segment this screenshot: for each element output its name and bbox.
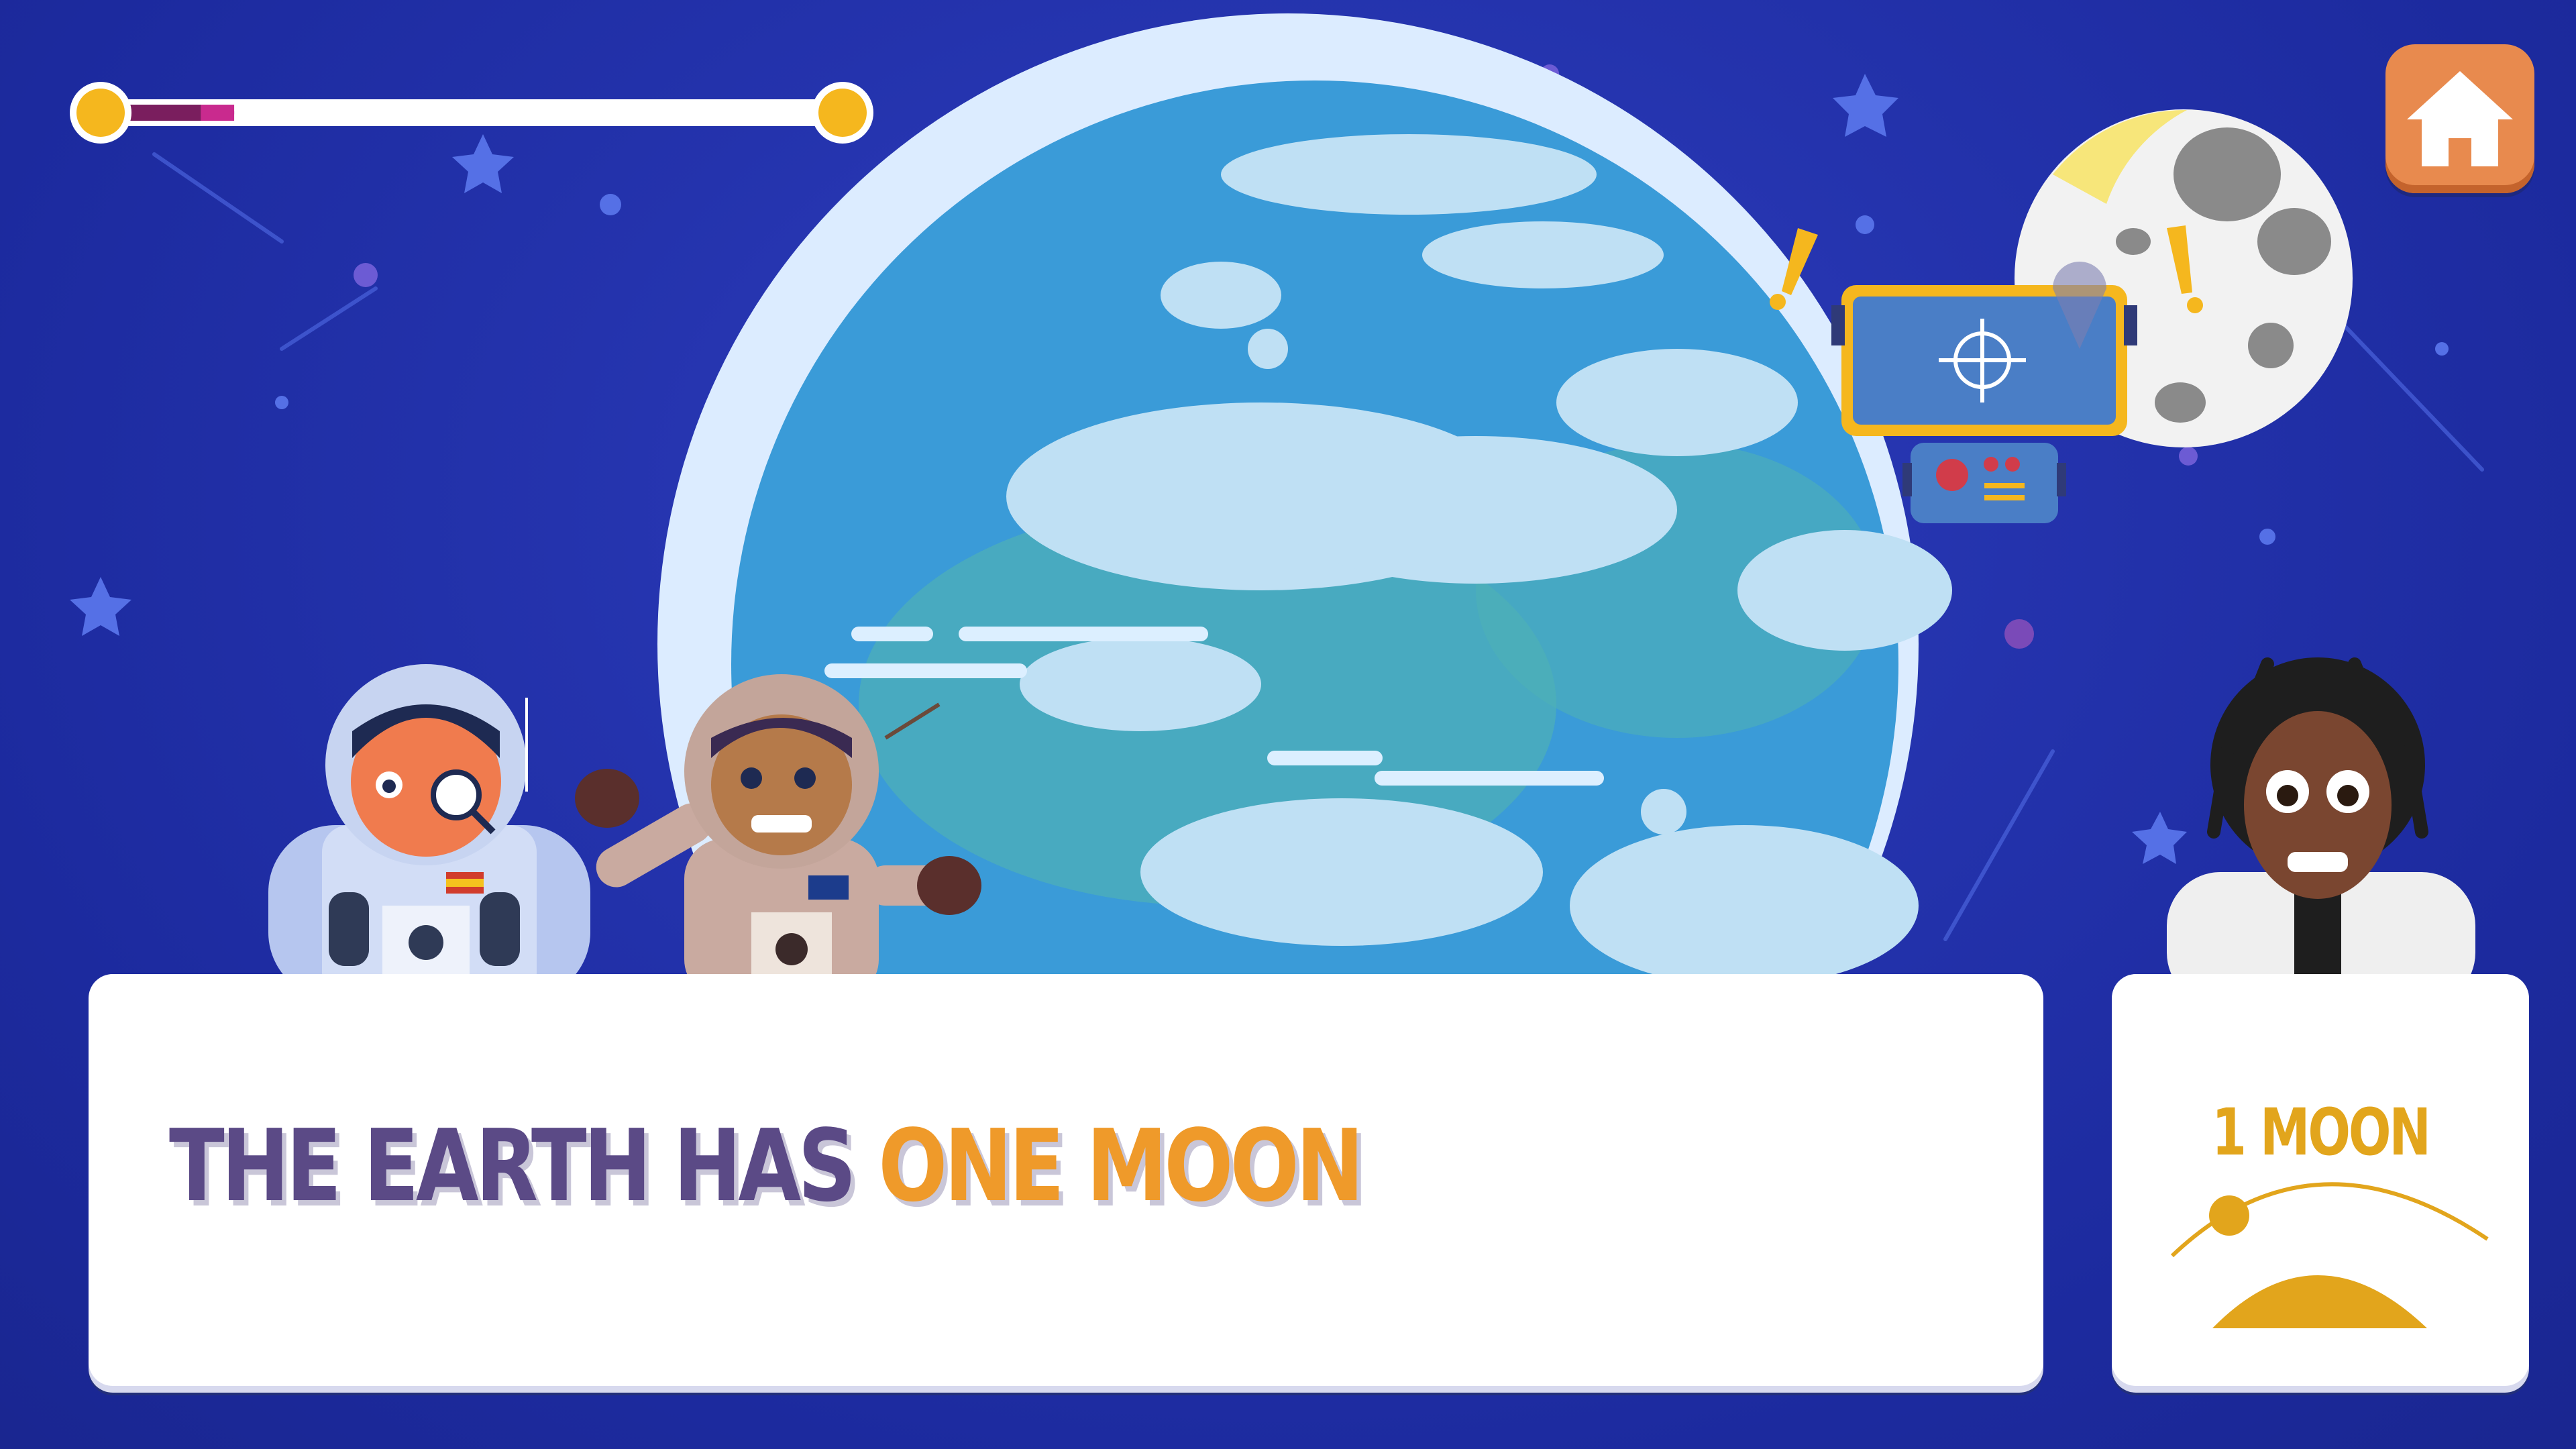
progress-bar bbox=[70, 82, 873, 144]
house-icon bbox=[2407, 71, 2513, 166]
progress-fill-tip bbox=[201, 105, 235, 121]
progress-end-marker bbox=[818, 89, 867, 137]
dialog-text-plain: THE EARTH HAS bbox=[169, 1108, 857, 1224]
home-button[interactable] bbox=[2385, 44, 2534, 193]
dialog-text: THE EARTH HAS ONE MOON bbox=[169, 1108, 1364, 1224]
game-stage: THE EARTH HAS ONE MOON 1 MOON bbox=[0, 0, 2576, 1449]
moon-orbit-illustration bbox=[2170, 1182, 2489, 1328]
dialog-text-highlight: ONE MOON bbox=[878, 1108, 1364, 1224]
scientist-character bbox=[2167, 657, 2475, 1006]
astronaut-character-left bbox=[268, 664, 590, 1000]
info-card: 1 MOON bbox=[2112, 974, 2529, 1386]
dialog-panel: THE EARTH HAS ONE MOON bbox=[89, 974, 2043, 1386]
progress-start-marker bbox=[76, 89, 125, 137]
